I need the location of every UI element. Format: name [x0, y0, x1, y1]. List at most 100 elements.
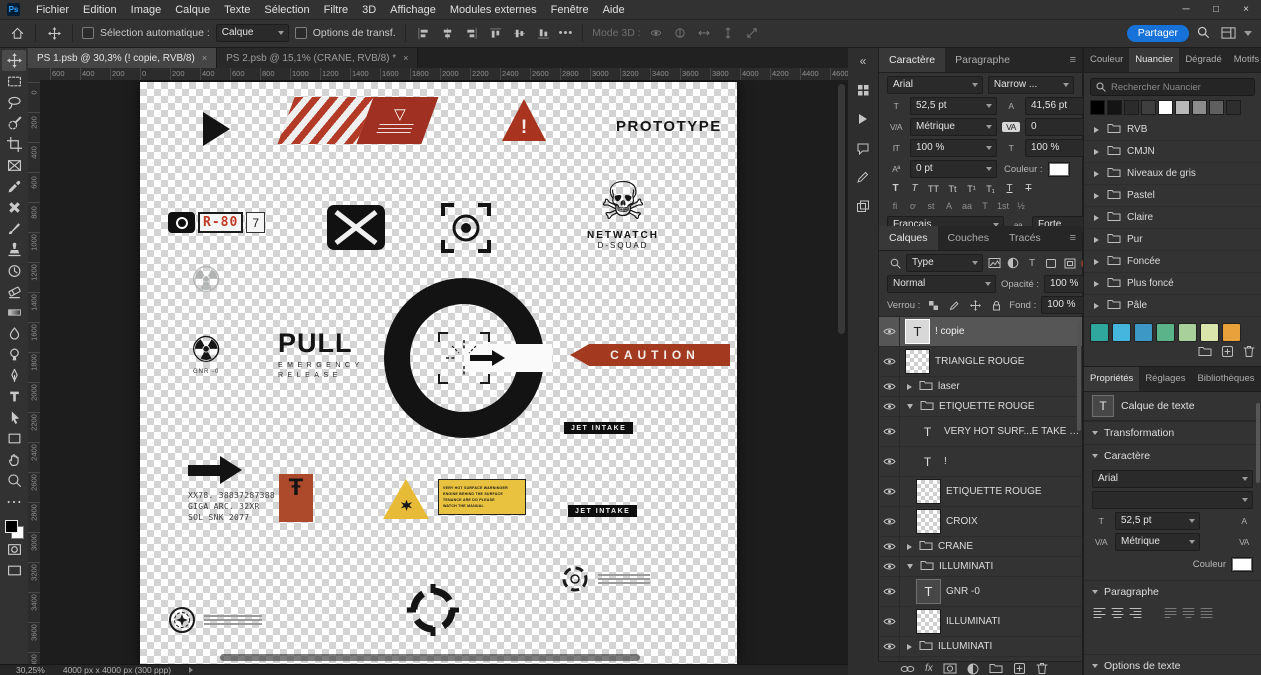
visibility-toggle[interactable] — [879, 377, 900, 396]
layer-content[interactable]: T! copie — [900, 317, 1082, 346]
layer-row[interactable]: T! — [879, 447, 1082, 477]
lock-position-icon[interactable] — [967, 298, 983, 313]
tab-reglages[interactable]: Réglages — [1139, 367, 1191, 391]
text-style-button-5[interactable]: T₁ — [982, 181, 999, 196]
chevron-right-icon[interactable] — [1094, 149, 1099, 155]
visibility-toggle[interactable] — [879, 417, 900, 446]
layer-row[interactable]: ILLUMINATI — [879, 637, 1082, 657]
align-text-left-icon[interactable] — [1092, 606, 1107, 620]
layer-style-icon[interactable]: fx — [925, 663, 933, 674]
opentype-button-5[interactable]: T — [977, 199, 993, 213]
notes-panel-icon[interactable] — [854, 140, 872, 156]
section-caractere[interactable]: Caractère — [1084, 444, 1261, 467]
layer-content[interactable]: TGNR -0 — [900, 577, 1082, 606]
swatch-group-pale[interactable]: Pâle — [1084, 295, 1261, 317]
actions-panel-icon[interactable] — [854, 111, 872, 127]
filter-shape-icon[interactable] — [1043, 256, 1059, 271]
search-icon[interactable] — [1195, 24, 1213, 42]
chevron-right-icon[interactable] — [907, 384, 912, 390]
brush-settings-panel-icon[interactable] — [854, 169, 872, 185]
layer-thumbnail[interactable] — [916, 509, 941, 534]
eyedropper-tool[interactable] — [2, 176, 26, 197]
swatch-group-rvb[interactable]: RVB — [1084, 119, 1261, 141]
document-tab[interactable]: PS 2.psb @ 15,1% (CRANE, RVB/8) * × — [217, 48, 418, 68]
share-button[interactable]: Partager — [1127, 25, 1189, 42]
layer-row[interactable]: T! copie — [879, 317, 1082, 347]
text-layer-thumbnail[interactable]: T — [916, 579, 941, 604]
chevron-right-icon[interactable] — [1094, 237, 1099, 243]
filter-adjustment-icon[interactable] — [1005, 256, 1021, 271]
color-swatch[interactable] — [1200, 323, 1219, 342]
layer-content[interactable]: T! — [900, 447, 1082, 476]
opentype-button-2[interactable]: st — [923, 199, 939, 213]
zoom-level[interactable]: 30,25% — [16, 665, 45, 675]
visibility-toggle[interactable] — [879, 507, 900, 536]
baseline-shift-field[interactable]: 0 pt — [910, 160, 997, 178]
menu-item-selection[interactable]: Sélection — [257, 4, 316, 16]
menu-item-edition[interactable]: Edition — [76, 4, 124, 16]
align-text-right-icon[interactable] — [1128, 606, 1143, 620]
align-center-h-icon[interactable] — [439, 24, 457, 42]
visibility-toggle[interactable] — [879, 557, 900, 576]
filter-type-icon[interactable]: T — [1024, 256, 1040, 271]
lasso-tool[interactable] — [2, 92, 26, 113]
edit-toolbar-icon[interactable]: ⋯ — [2, 491, 26, 512]
layer-content[interactable]: ILLUMINATI — [900, 637, 1082, 656]
mini-swatch[interactable] — [1107, 100, 1122, 115]
mini-swatch[interactable] — [1090, 100, 1105, 115]
layer-row[interactable]: TRIANGLE ROUGE — [879, 347, 1082, 377]
auto-select-checkbox[interactable] — [82, 27, 94, 39]
color-swatch[interactable] — [1090, 323, 1109, 342]
tab-traces[interactable]: Tracés — [999, 226, 1051, 250]
opentype-button-4[interactable]: aa — [959, 199, 975, 213]
layer-row[interactable]: laser — [879, 377, 1082, 397]
layer-content[interactable]: CRANE — [900, 537, 1082, 556]
tab-nuancier[interactable]: Nuancier — [1129, 48, 1179, 72]
tab-degrade[interactable]: Dégradé — [1179, 48, 1227, 72]
marquee-tool[interactable] — [2, 71, 26, 92]
kerning-dropdown[interactable]: Métrique — [910, 118, 997, 136]
text-layer-thumbnail[interactable]: T — [905, 319, 930, 344]
vertical-scale-field[interactable]: 100 % — [910, 139, 997, 157]
layer-filter-dropdown[interactable]: Type — [906, 254, 983, 272]
link-layers-icon[interactable] — [900, 665, 915, 673]
swatch-group-claire[interactable]: Claire — [1084, 207, 1261, 229]
type-tool[interactable] — [2, 386, 26, 407]
align-left-icon[interactable] — [415, 24, 433, 42]
layer-row[interactable]: ILLUMINATI — [879, 607, 1082, 637]
menu-item-filtre[interactable]: Filtre — [317, 4, 355, 16]
blur-tool[interactable] — [2, 323, 26, 344]
panel-menu-icon[interactable]: ≡ — [1070, 54, 1082, 66]
object-selection-tool[interactable] — [2, 113, 26, 134]
chevron-right-icon[interactable] — [1094, 127, 1099, 133]
text-style-button-6[interactable]: T — [1001, 181, 1018, 196]
mini-swatch[interactable] — [1141, 100, 1156, 115]
swatch-search-input[interactable]: Rechercher Nuancier — [1090, 78, 1255, 96]
layer-row[interactable]: TVERY HOT SURF...E TAKE CARE — [879, 417, 1082, 447]
panel-menu-icon[interactable]: ≡ — [1070, 232, 1082, 244]
chevron-right-icon[interactable] — [907, 644, 912, 650]
tab-motifs[interactable]: Motifs — [1228, 48, 1261, 72]
foreground-background-swatches[interactable] — [5, 520, 24, 539]
pen-tool[interactable] — [2, 365, 26, 386]
path-selection-tool[interactable] — [2, 407, 26, 428]
layer-content[interactable]: ILLUMINATI — [900, 557, 1082, 576]
visibility-toggle[interactable] — [879, 607, 900, 636]
new-adjustment-icon[interactable] — [967, 663, 979, 675]
color-swatch[interactable] — [1222, 323, 1241, 342]
lock-all-icon[interactable] — [988, 298, 1004, 313]
mini-swatch[interactable] — [1158, 100, 1173, 115]
visibility-toggle[interactable] — [879, 537, 900, 556]
tab-proprietes[interactable]: Propriétés — [1084, 367, 1139, 391]
props-font-size-dropdown[interactable]: 52,5 pt — [1115, 512, 1200, 530]
chevron-right-icon[interactable] — [907, 544, 912, 550]
crop-tool[interactable] — [2, 134, 26, 155]
section-paragraphe[interactable]: Paragraphe — [1084, 580, 1261, 603]
chevron-right-icon[interactable] — [1094, 303, 1099, 309]
visibility-toggle[interactable] — [879, 637, 900, 656]
clone-stamp-tool[interactable] — [2, 239, 26, 260]
mini-swatch[interactable] — [1192, 100, 1207, 115]
gradient-tool[interactable] — [2, 302, 26, 323]
section-transformation[interactable]: Transformation — [1084, 421, 1261, 444]
mini-swatch[interactable] — [1209, 100, 1224, 115]
